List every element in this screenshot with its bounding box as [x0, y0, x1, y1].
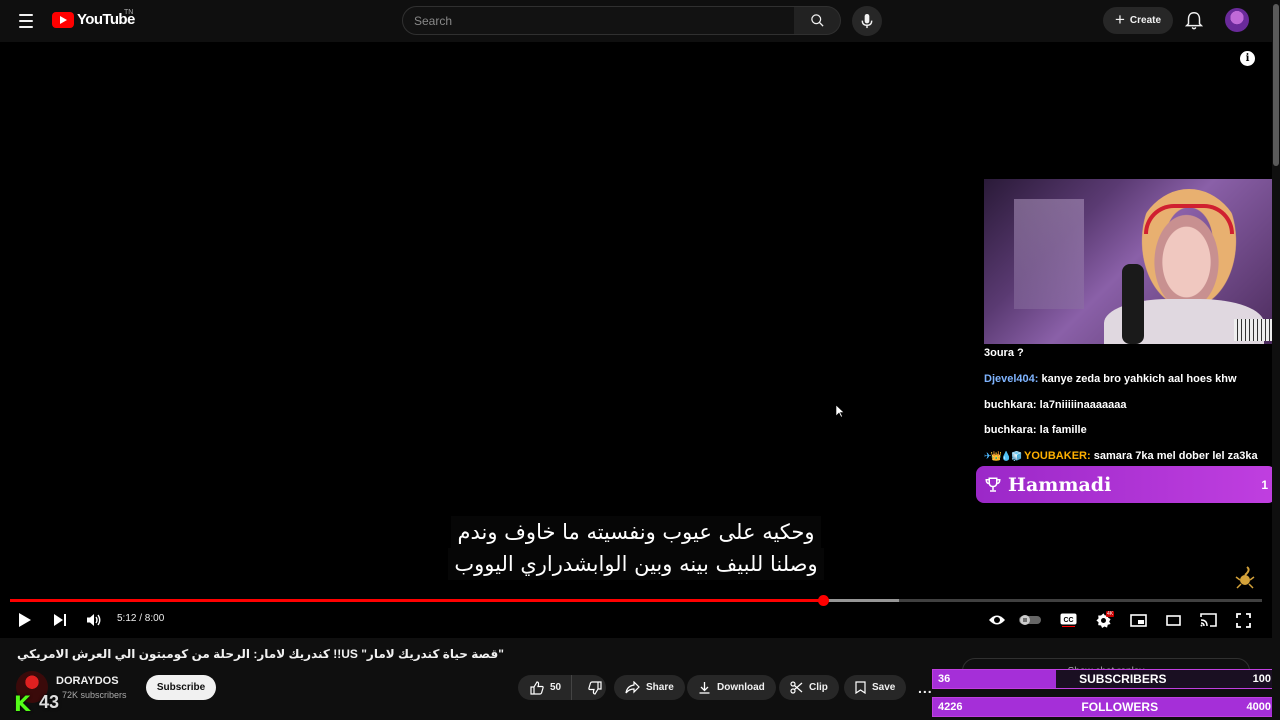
scissors-icon	[790, 681, 803, 694]
next-button[interactable]	[49, 609, 71, 631]
cast-icon	[1199, 613, 1217, 627]
caption-line-2: وصلنا للبيف بينه وبين الوابشدراري اليووب	[448, 548, 824, 580]
streamer-webcam	[984, 179, 1280, 344]
fullscreen-button[interactable]	[1232, 609, 1254, 631]
theater-mode-button[interactable]	[1162, 609, 1184, 631]
kick-logo: K	[14, 692, 31, 716]
subscriber-count: 72K subscribers	[62, 690, 127, 700]
autoplay-toggle-icon	[1019, 615, 1041, 625]
download-label: Download	[717, 682, 765, 693]
ambient-mode-button[interactable]	[986, 609, 1008, 631]
like-button[interactable]: 50	[518, 675, 573, 700]
channel-name[interactable]: DORAYDOS	[56, 675, 119, 687]
plus-icon: +	[1114, 10, 1125, 29]
caption-line-1: وحكيه على عيوب ونفسيته ما خاوف وندم	[451, 516, 821, 548]
svg-text:CC: CC	[1063, 617, 1073, 624]
chat-badge-emotes: ✈👑💧🧊	[984, 451, 1022, 462]
notifications-bell-icon[interactable]	[1183, 10, 1205, 32]
subscribe-button[interactable]: Subscribe	[146, 675, 216, 700]
dislike-button[interactable]	[578, 675, 612, 700]
account-avatar[interactable]	[1225, 8, 1249, 32]
cc-icon: CC	[1060, 613, 1076, 627]
cast-button[interactable]	[1197, 609, 1219, 631]
hd-badge: 4K	[1106, 611, 1115, 617]
microphone-graphic	[1122, 264, 1144, 344]
mute-button[interactable]	[83, 609, 105, 631]
play-icon	[19, 613, 31, 627]
chat-message: 3oura ?	[984, 347, 1024, 359]
stream-chat-overlay: 3oura ? Djevel404: kanye zeda bro yahkic…	[984, 347, 1280, 476]
youtube-logo[interactable]: YouTube	[52, 11, 135, 28]
captions-window: وحكيه على عيوب ونفسيته ما خاوف وندم وصلن…	[0, 516, 1272, 580]
chat-message: Djevel404: kanye zeda bro yahkich aal ho…	[984, 372, 1237, 385]
create-button[interactable]: + Create	[1103, 7, 1173, 34]
play-button[interactable]	[14, 609, 36, 631]
time-display: 5:12 / 8:00	[117, 613, 165, 624]
create-label: Create	[1129, 15, 1162, 26]
top-donor-count: 1	[1261, 477, 1268, 492]
share-label: Share	[646, 682, 674, 693]
search-box[interactable]	[402, 6, 795, 35]
subscribers-goal-label: SUBSCRIBERS	[1079, 672, 1167, 686]
miniplayer-button[interactable]	[1127, 609, 1149, 631]
thumbs-up-icon	[530, 680, 544, 695]
headset-graphic	[1144, 204, 1234, 234]
chat-message: buchkara: la7niiiiinaaaaaaa	[984, 398, 1127, 411]
more-actions-button[interactable]: ...	[918, 680, 933, 696]
autoplay-toggle[interactable]	[1017, 609, 1043, 631]
progress-bar[interactable]	[10, 599, 1262, 602]
download-button[interactable]: Download	[687, 675, 776, 700]
like-dislike-group: 50	[518, 675, 606, 700]
followers-goal-label: FOLLOWERS	[1081, 700, 1159, 714]
volume-icon	[87, 614, 101, 626]
next-icon	[54, 614, 66, 626]
followers-goal-bar: 4226 FOLLOWERS 4000	[932, 697, 1277, 717]
followers-goal-current: 4226	[938, 701, 963, 713]
share-icon	[625, 681, 640, 694]
search-button[interactable]	[794, 6, 841, 35]
top-donor-name: Hammadi	[1008, 473, 1112, 496]
microphone-icon	[861, 13, 873, 28]
youtube-play-icon	[52, 11, 74, 28]
clip-button[interactable]: Clip	[779, 675, 839, 700]
info-icon[interactable]: i	[1240, 51, 1255, 66]
save-button[interactable]: Save	[844, 675, 907, 700]
subscribers-goal-current: 36	[938, 673, 951, 685]
miniplayer-icon	[1129, 613, 1147, 627]
search-icon	[810, 14, 824, 27]
settings-button[interactable]: 4K	[1092, 609, 1115, 631]
scorpion-emblem-icon	[1235, 566, 1255, 589]
subscribers-goal-bar: 36 SUBSCRIBERS 100	[932, 669, 1277, 689]
guide-menu-button[interactable]	[14, 9, 38, 33]
trophy-icon	[985, 477, 1001, 492]
logo-region-code: TN	[124, 9, 134, 16]
progress-played	[10, 599, 824, 602]
voice-search-button[interactable]	[852, 6, 882, 36]
scrollbar-thumb[interactable]	[1273, 4, 1279, 166]
masthead: YouTube TN + Create	[0, 0, 1280, 42]
bookmark-icon	[855, 681, 866, 694]
theater-icon	[1165, 614, 1181, 626]
download-icon	[699, 682, 710, 694]
hamburger-icon	[19, 14, 33, 16]
mouse-cursor-icon	[836, 405, 844, 418]
chat-message: buchkara: la famille	[984, 424, 1087, 437]
like-count: 50	[550, 682, 562, 693]
share-button[interactable]: Share	[614, 675, 685, 700]
thumbs-down-icon	[588, 680, 602, 695]
save-label: Save	[872, 682, 896, 693]
top-donor-banner: Hammadi 1	[976, 466, 1276, 503]
search-input[interactable]	[414, 13, 794, 28]
eye-icon	[989, 615, 1005, 625]
captions-button[interactable]: CC	[1057, 609, 1079, 631]
viewer-count: 43	[39, 692, 60, 712]
fullscreen-icon	[1235, 612, 1251, 628]
clip-label: Clip	[809, 682, 828, 693]
video-title: "قصة حياة كندريك لامار" US!! كندريك لاما…	[17, 647, 504, 661]
